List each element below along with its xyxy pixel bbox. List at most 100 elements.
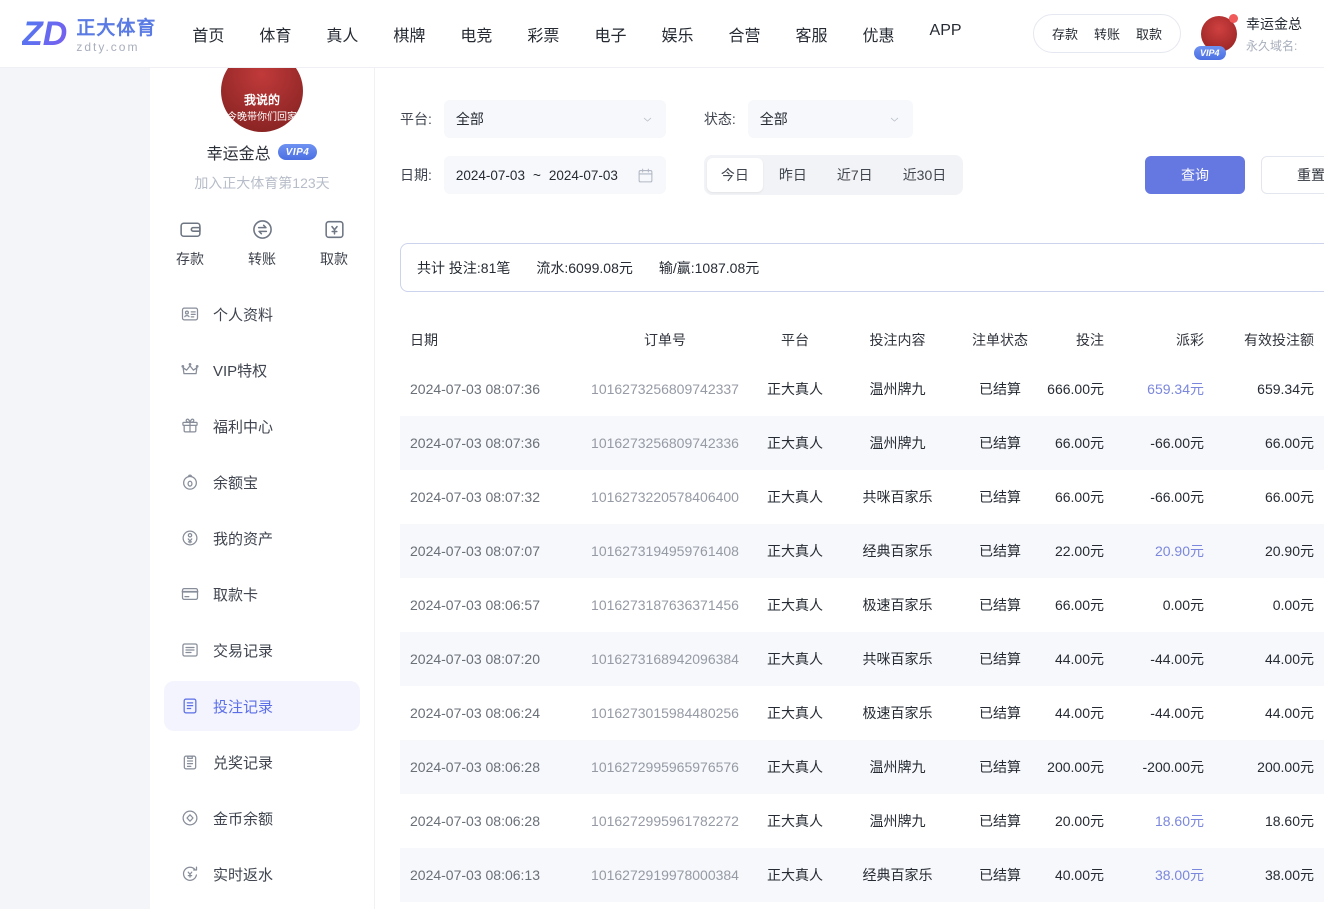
- sidebar-item-icon: [180, 304, 200, 324]
- cell-bet-content: 极速百家乐: [840, 703, 955, 723]
- search-button[interactable]: 查询: [1145, 156, 1245, 194]
- sidebar-item[interactable]: 交易记录: [164, 625, 360, 675]
- cell-bet-content: 经典百家乐: [840, 865, 955, 885]
- brand-logo[interactable]: ZD 正大体育 zdty.com: [22, 13, 156, 54]
- date-label: 日期:: [400, 165, 432, 185]
- nav-item[interactable]: 合营: [728, 22, 760, 46]
- table-row[interactable]: 2024-07-03 08:06:57 1016273187636371456 …: [400, 578, 1324, 632]
- header-user-block[interactable]: VIP4 幸运金总 永久域名:: [1201, 14, 1302, 54]
- reset-button[interactable]: 重置: [1261, 156, 1324, 194]
- sidebar-item[interactable]: 个人资料: [164, 289, 360, 339]
- cell-bet-amount: 666.00元: [1045, 379, 1110, 399]
- table-row[interactable]: 2024-07-03 08:07:32 1016273220578406400 …: [400, 470, 1324, 524]
- nav-item[interactable]: 客服: [795, 22, 827, 46]
- date-range-input[interactable]: 2024-07-03 ~ 2024-07-03: [444, 156, 666, 194]
- nav-item[interactable]: 首页: [192, 22, 224, 46]
- sidebar-item[interactable]: 金币余额: [164, 793, 360, 843]
- cell-payout: 18.60元: [1110, 811, 1210, 831]
- vip-badge: VIP4: [278, 144, 318, 160]
- nav-item[interactable]: 真人: [326, 22, 358, 46]
- nav-item[interactable]: 棋牌: [393, 22, 425, 46]
- cell-order-number: 1016273220578406400: [580, 489, 750, 505]
- cell-platform: 正大真人: [750, 595, 840, 615]
- quick-action[interactable]: 存款: [176, 217, 204, 269]
- table-header-row: 日期 订单号 平台 投注内容 注单状态 投注 派彩 有效投注额: [400, 318, 1324, 362]
- cell-date: 2024-07-03 08:06:13: [400, 867, 580, 883]
- table-row[interactable]: 2024-07-03 08:07:36 1016273256809742336 …: [400, 416, 1324, 470]
- sidebar-menu: 个人资料 VIP特权 福利中心 余额宝 我的资产: [150, 289, 374, 909]
- table-row[interactable]: 2024-07-03 08:07:07 1016273194959761408 …: [400, 524, 1324, 578]
- sidebar-item[interactable]: 实时返水: [164, 849, 360, 899]
- avatar[interactable]: 我说的 今晚带你们回家: [221, 68, 303, 132]
- cell-order-number: 1016273256809742337: [580, 381, 750, 397]
- sidebar-item[interactable]: VIP特权: [164, 345, 360, 395]
- date-range-tab[interactable]: 今日: [707, 158, 763, 192]
- sidebar-item[interactable]: 福利中心: [164, 401, 360, 451]
- cell-payout: -44.00元: [1110, 649, 1210, 669]
- table-row[interactable]: 2024-07-03 08:07:36 1016273256809742337 …: [400, 362, 1324, 416]
- summary-winloss: 输/赢:1087.08元: [659, 258, 759, 278]
- wallet-link[interactable]: 转账: [1094, 24, 1120, 43]
- date-range-tab[interactable]: 近30日: [889, 158, 961, 192]
- col-header-date: 日期: [400, 330, 580, 350]
- table-row[interactable]: 2024-07-03 08:06:24 1016273015984480256 …: [400, 686, 1324, 740]
- cell-status: 已结算: [955, 433, 1045, 453]
- quick-action-label: 存款: [176, 249, 204, 269]
- sidebar-item-label: 个人资料: [213, 304, 273, 325]
- date-range-tab[interactable]: 昨日: [765, 158, 821, 192]
- sidebar-item[interactable]: 消息中心 27: [164, 905, 360, 909]
- sidebar-item[interactable]: 取款卡: [164, 569, 360, 619]
- cell-status: 已结算: [955, 649, 1045, 669]
- sidebar-item-label: VIP特权: [213, 360, 267, 381]
- wallet-link[interactable]: 存款: [1052, 24, 1078, 43]
- sidebar-item[interactable]: 我的资产: [164, 513, 360, 563]
- nav-item[interactable]: 电竞: [460, 22, 492, 46]
- avatar[interactable]: VIP4: [1201, 16, 1237, 52]
- nav-item[interactable]: 彩票: [527, 22, 559, 46]
- wallet-link[interactable]: 取款: [1136, 24, 1162, 43]
- nav-item[interactable]: 娱乐: [661, 22, 693, 46]
- sidebar-item-label: 福利中心: [213, 416, 273, 437]
- sidebar-item-label: 投注记录: [213, 696, 273, 717]
- platform-select[interactable]: 全部: [444, 100, 666, 138]
- avatar-overlay-text: 今晚带你们回家: [227, 108, 297, 123]
- quick-action[interactable]: 转账: [248, 217, 276, 269]
- sidebar-item-label: 交易记录: [213, 640, 273, 661]
- sidebar: 我说的 今晚带你们回家 幸运金总 VIP4 加入正大体育第123天 存款 转账 …: [150, 68, 375, 909]
- cell-valid-amount: 200.00元: [1210, 757, 1324, 777]
- cell-bet-amount: 66.00元: [1045, 487, 1110, 507]
- sidebar-item[interactable]: 投注记录: [164, 681, 360, 731]
- cell-platform: 正大真人: [750, 811, 840, 831]
- date-range-tab[interactable]: 近7日: [823, 158, 887, 192]
- cell-payout: 0.00元: [1110, 595, 1210, 615]
- nav-item[interactable]: APP: [930, 22, 962, 46]
- cell-date: 2024-07-03 08:07:20: [400, 651, 580, 667]
- user-name: 幸运金总: [1246, 14, 1302, 34]
- nav-item[interactable]: 电子: [594, 22, 626, 46]
- cell-bet-content: 温州牌九: [840, 379, 955, 399]
- nav-item[interactable]: 优惠: [863, 22, 895, 46]
- quick-action[interactable]: 取款: [320, 217, 348, 269]
- cell-bet-content: 温州牌九: [840, 757, 955, 777]
- col-header-valid: 有效投注额: [1210, 330, 1324, 350]
- table-row[interactable]: 2024-07-03 08:06:28 1016272995965976576 …: [400, 740, 1324, 794]
- col-header-platform: 平台: [750, 330, 840, 350]
- sidebar-item[interactable]: 兑奖记录: [164, 737, 360, 787]
- cell-order-number: 1016273194959761408: [580, 543, 750, 559]
- main-content: 平台: 全部 状态: 全部 日期: 2024-07-03 ~ 2024: [375, 68, 1324, 909]
- bet-records-table: 日期 订单号 平台 投注内容 注单状态 投注 派彩 有效投注额 2024-07-…: [400, 318, 1324, 902]
- cell-bet-amount: 22.00元: [1045, 541, 1110, 561]
- cell-date: 2024-07-03 08:07:32: [400, 489, 580, 505]
- cell-payout: 20.90元: [1110, 541, 1210, 561]
- table-row[interactable]: 2024-07-03 08:06:28 1016272995961782272 …: [400, 794, 1324, 848]
- user-name: 幸运金总: [207, 140, 271, 164]
- sidebar-item-label: 兑奖记录: [213, 752, 273, 773]
- sidebar-item[interactable]: 余额宝: [164, 457, 360, 507]
- table-row[interactable]: 2024-07-03 08:07:20 1016273168942096384 …: [400, 632, 1324, 686]
- table-row[interactable]: 2024-07-03 08:06:13 1016272919978000384 …: [400, 848, 1324, 902]
- cell-order-number: 1016273256809742336: [580, 435, 750, 451]
- nav-item[interactable]: 体育: [259, 22, 291, 46]
- sidebar-item-icon: [180, 864, 200, 884]
- quick-action-label: 转账: [248, 249, 276, 269]
- status-select[interactable]: 全部: [748, 100, 913, 138]
